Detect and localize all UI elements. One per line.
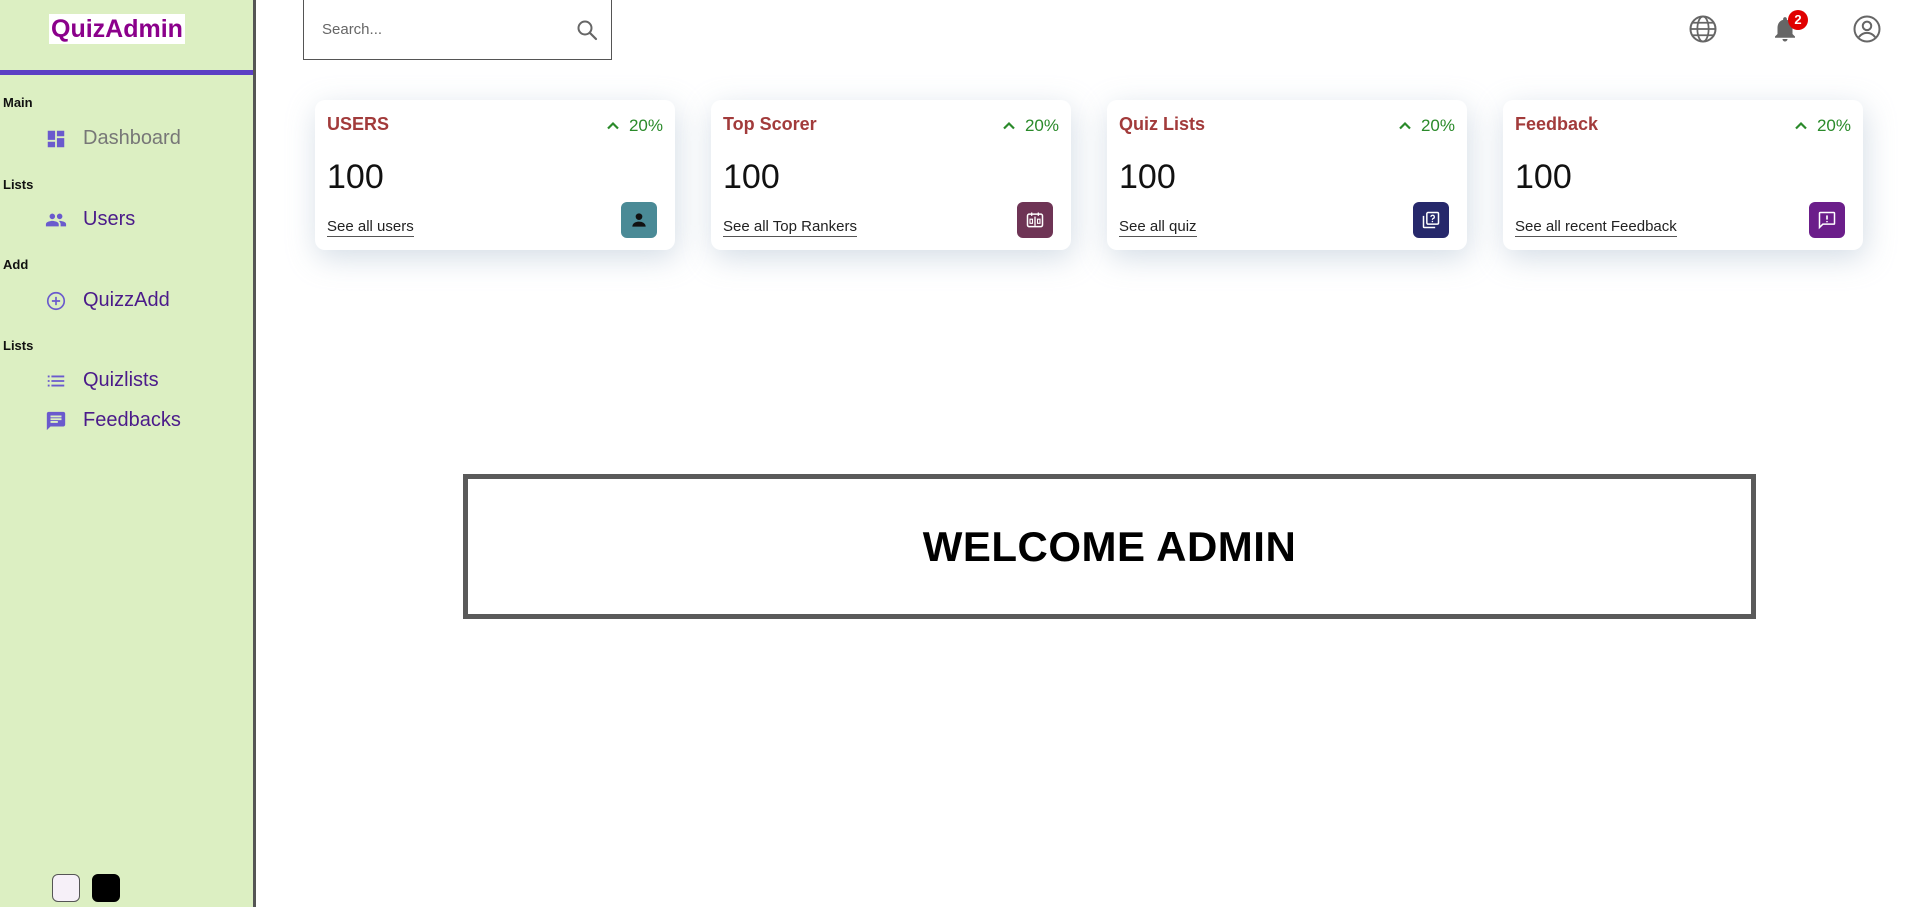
app-root: QuizAdmin Main Dashboard Lists Users Add… [0, 0, 1916, 907]
widget-title: Top Scorer [723, 114, 817, 134]
chevron-up-icon [1003, 121, 1015, 130]
app-logo[interactable]: QuizAdmin [49, 14, 185, 44]
percentage-value: 20% [1816, 116, 1851, 135]
sidebar-item-label: QuizzAdd [83, 289, 170, 311]
section-title-add: Add [3, 257, 29, 272]
welcome-panel: WELCOME ADMIN [463, 474, 1756, 619]
sidebar-item-quizlists[interactable]: Quizlists [45, 369, 159, 392]
list-icon [47, 375, 65, 386]
sidebar-item-label: Feedbacks [83, 409, 181, 431]
search-icon[interactable] [575, 18, 599, 42]
search-box [303, 0, 612, 60]
chevron-up-icon [1795, 121, 1807, 130]
account-circle-icon[interactable] [1852, 14, 1882, 44]
percentage-value: 20% [1024, 116, 1059, 135]
feedback-icon [46, 411, 66, 430]
chevron-up-icon [607, 121, 619, 130]
chevron-up-icon [1399, 121, 1411, 130]
sidebar-item-feedbacks[interactable]: Feedbacks [45, 409, 181, 432]
percentage-value: 20% [628, 116, 663, 135]
search-input[interactable] [322, 21, 575, 38]
widget-top-scorer: Top Scorer 20% 100 See all Top Rankers [711, 100, 1071, 250]
see-all-users-link[interactable]: See all users [327, 218, 414, 237]
widget-count: 100 [723, 158, 780, 196]
widget-percentage: 20% [1395, 116, 1455, 136]
see-all-top-rankers-link[interactable]: See all Top Rankers [723, 218, 857, 237]
widget-icon-box [621, 202, 657, 238]
widget-percentage: 20% [603, 116, 663, 136]
notification-badge: 2 [1788, 10, 1808, 30]
sidebar-item-label: Quizlists [83, 369, 159, 391]
see-all-quiz-link[interactable]: See all quiz [1119, 218, 1197, 237]
sidebar: QuizAdmin Main Dashboard Lists Users Add… [0, 0, 256, 907]
widget-title: Quiz Lists [1119, 114, 1206, 134]
globe-icon[interactable] [1688, 14, 1718, 44]
sidebar-item-label: Dashboard [83, 127, 181, 149]
widget-count: 100 [1119, 158, 1176, 196]
feedback-icon [1818, 211, 1836, 230]
welcome-heading: WELCOME ADMIN [922, 522, 1297, 570]
see-all-recent-feedback-link[interactable]: See all recent Feedback [1515, 218, 1677, 237]
widget-title: USERS [327, 114, 390, 134]
sidebar-item-users[interactable]: Users [45, 208, 135, 231]
widget-users: USERS 20% 100 See all users [315, 100, 675, 250]
widget-title: Feedback [1515, 114, 1599, 134]
person-icon [632, 213, 646, 227]
quiz-icon [1422, 211, 1440, 229]
brand-area: QuizAdmin [0, 0, 253, 75]
widget-percentage: 20% [999, 116, 1059, 136]
widget-count: 100 [1515, 158, 1572, 196]
widget-quiz-lists: Quiz Lists 20% 100 See all quiz [1107, 100, 1467, 250]
section-title-lists: Lists [3, 177, 34, 192]
dashboard-icon [47, 130, 65, 147]
widget-percentage: 20% [1791, 116, 1851, 136]
scoreboard-icon [1026, 212, 1044, 228]
add-circle-icon [46, 291, 66, 310]
widget-icon-box [1017, 202, 1053, 238]
section-title-main: Main [3, 95, 33, 110]
section-title-lists-2: Lists [3, 338, 34, 353]
widget-icon-box [1413, 202, 1449, 238]
sidebar-item-label: Users [83, 208, 136, 230]
theme-dark-option[interactable] [92, 874, 120, 902]
people-icon [45, 213, 67, 226]
theme-light-option[interactable] [52, 874, 80, 902]
sidebar-item-quizzadd[interactable]: QuizzAdd [45, 289, 170, 312]
widget-icon-box [1809, 202, 1845, 238]
sidebar-item-dashboard[interactable]: Dashboard [45, 127, 181, 150]
percentage-value: 20% [1420, 116, 1455, 135]
widget-count: 100 [327, 158, 384, 196]
widget-feedback: Feedback 20% 100 See all recent Feedback [1503, 100, 1863, 250]
